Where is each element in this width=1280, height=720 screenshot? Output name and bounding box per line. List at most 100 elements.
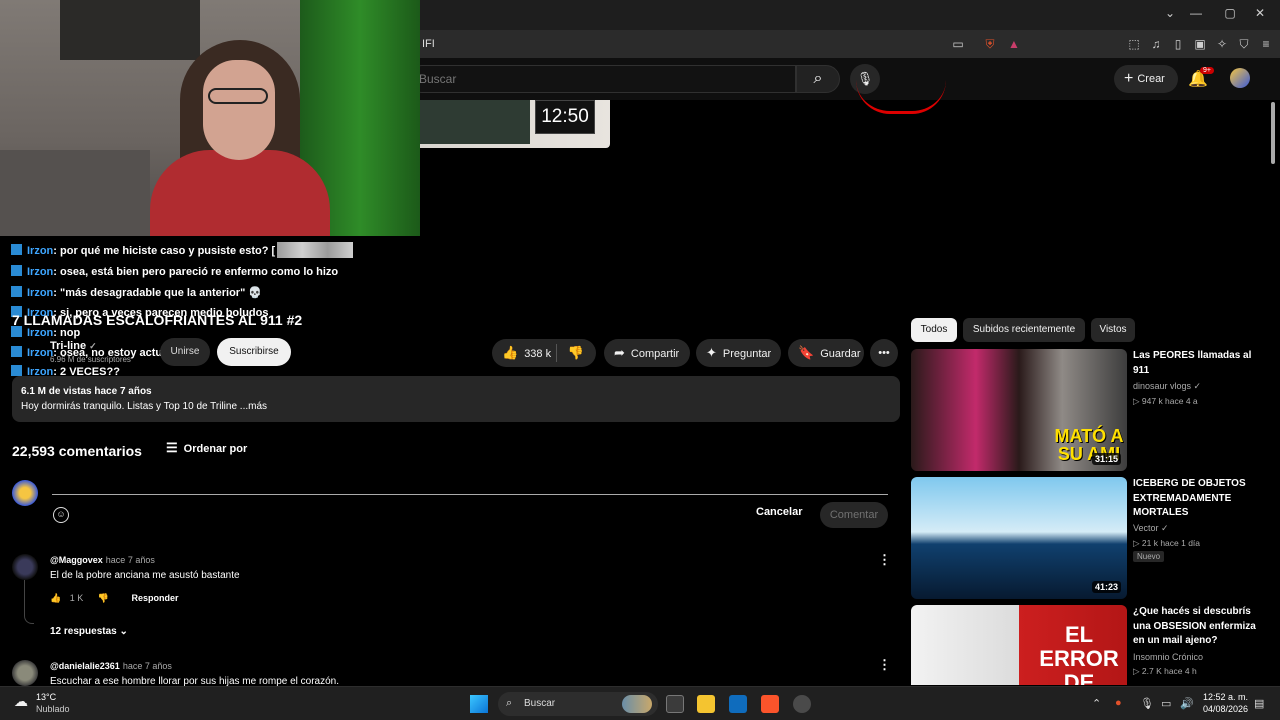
network-icon[interactable]: ▭ — [1161, 697, 1171, 710]
task-view-icon[interactable] — [666, 695, 684, 713]
comment-more-icon[interactable]: ⋮ — [878, 552, 891, 568]
notification-badge: 9+ — [1200, 67, 1214, 74]
chat-text: "más desagradable que la anterior" 💀 — [60, 287, 263, 299]
search-input[interactable] — [419, 72, 779, 86]
comment-input-underline — [52, 494, 888, 495]
recommended-stats: ▷ 947 k hace 4 a — [1133, 396, 1198, 406]
recommended-channel[interactable]: Insomnio Crónico — [1133, 652, 1203, 662]
close-window-button[interactable]: ✕ — [1250, 6, 1270, 20]
platform-icon — [11, 346, 22, 357]
share-label: Compartir — [630, 348, 680, 360]
comment-author[interactable]: @danielalie2361 hace 7 años — [50, 661, 172, 671]
commenter-avatar[interactable] — [12, 554, 38, 580]
subscribe-button[interactable]: Suscribirse — [217, 338, 291, 366]
media-icon[interactable]: ♫ — [1148, 36, 1164, 52]
commenter-avatar[interactable] — [12, 660, 38, 686]
minimize-button[interactable]: — — [1186, 6, 1206, 20]
tab-list-chevron-icon[interactable]: ⌄ — [1160, 6, 1180, 20]
menu-icon[interactable]: ≡ — [1258, 36, 1274, 52]
streamer-body — [150, 150, 330, 236]
recommended-title[interactable]: ¿Que hacés si descubrís una OBSESION enf… — [1133, 605, 1257, 649]
chalkboard-image — [420, 100, 530, 144]
comment-more-icon[interactable]: ⋮ — [878, 657, 891, 673]
description-box[interactable]: 6.1 M de vistas hace 7 años Hoy dormirás… — [12, 376, 900, 422]
emoji-icon[interactable]: ☺ — [53, 507, 69, 523]
share-button[interactable]: ➦ Compartir — [604, 339, 690, 367]
more-actions-button[interactable]: ••• — [870, 339, 898, 367]
microsoft-store-icon[interactable] — [729, 695, 747, 713]
sidebar-icon[interactable]: ▯ — [1170, 36, 1186, 52]
brave-rewards-icon[interactable]: ▲ — [1006, 36, 1022, 52]
chat-username: Irzon — [27, 327, 54, 339]
search-button[interactable]: ⌕ — [796, 65, 840, 93]
page-scrollbar-thumb[interactable] — [1271, 102, 1275, 164]
ask-label: Preguntar — [722, 348, 772, 360]
wallet-icon[interactable]: ▣ — [1192, 36, 1208, 52]
chip-watched[interactable]: Vistos — [1091, 318, 1135, 342]
comment-like-icon[interactable]: 👍 — [50, 593, 61, 603]
recommended-title[interactable]: Las PEORES llamadas al 911 — [1133, 349, 1257, 378]
sort-icon: ☰ — [166, 440, 178, 455]
platform-icon — [11, 265, 22, 276]
clock-date[interactable]: 04/08/2026 — [1200, 704, 1248, 714]
tray-microphone-icon[interactable]: 🎙 — [1140, 697, 1154, 710]
chip-todos[interactable]: Todos — [911, 318, 957, 342]
chat-text: osea, está bien pero pareció re enfermo … — [60, 266, 339, 278]
comment-author[interactable]: @Maggovex hace 7 años — [50, 555, 155, 565]
weather-cloud-icon[interactable]: ☁ — [14, 693, 28, 710]
extensions-icon[interactable]: ⬚ — [1126, 36, 1142, 52]
weather-temperature[interactable]: 13°C — [36, 692, 56, 702]
view-replies-button[interactable]: 12 respuestas ⌄ — [50, 626, 128, 637]
verified-icon: ✓ — [89, 341, 97, 351]
create-button[interactable]: + Crear — [1114, 65, 1178, 93]
thumbnail-text-line: EL ERROR — [1039, 622, 1119, 671]
chip-recent[interactable]: Subidos recientemente — [963, 318, 1085, 342]
recommended-title[interactable]: ICEBERG DE OBJETOS EXTREMADAMENTE MORTAL… — [1133, 477, 1257, 521]
taskbar-widget-image[interactable] — [622, 695, 652, 713]
recommended-thumbnail[interactable]: 41:23 — [911, 477, 1127, 599]
video-red-arc-graphic — [856, 80, 946, 114]
start-button[interactable] — [470, 695, 488, 713]
comment-text: El de la pobre anciana me asustó bastant… — [50, 570, 240, 581]
comment-author-name: @Maggovex — [50, 555, 103, 565]
tray-app-icon[interactable]: ● — [1115, 697, 1122, 709]
comment-time: hace 7 años — [122, 661, 172, 671]
volume-icon[interactable]: 🔊 — [1180, 697, 1194, 710]
recommended-channel[interactable]: dinosaur vlogs ✓ — [1133, 381, 1201, 392]
account-avatar[interactable] — [1230, 68, 1250, 88]
comment-input[interactable] — [52, 478, 888, 494]
channel-name-text: Tri-line — [50, 340, 87, 352]
cast-icon[interactable]: ▭ — [950, 36, 966, 52]
bookmark-icon: 🔖 — [798, 345, 815, 360]
chevron-down-icon: ⌄ — [119, 626, 128, 637]
channel-name[interactable]: Tri-line ✓ — [50, 340, 97, 352]
file-explorer-icon[interactable] — [697, 695, 715, 713]
dislike-icon[interactable]: 👎 — [566, 339, 586, 367]
search-box[interactable] — [408, 65, 796, 93]
cancel-comment-button[interactable]: Cancelar — [756, 506, 802, 518]
notification-center-icon[interactable]: ▤ — [1254, 697, 1264, 710]
ask-button[interactable]: ✦ Preguntar — [696, 339, 781, 367]
clock-time[interactable]: 12:52 a. m. — [1200, 692, 1248, 702]
tray-chevron-icon[interactable]: ⌃ — [1092, 697, 1101, 710]
save-button[interactable]: 🔖 Guardar — [788, 339, 864, 367]
maximize-button[interactable]: ▢ — [1220, 6, 1240, 20]
weather-condition[interactable]: Nublado — [36, 704, 70, 714]
app-icon[interactable] — [793, 695, 811, 713]
brave-browser-icon[interactable] — [761, 695, 779, 713]
brave-shield-icon[interactable]: ⛨ — [982, 36, 998, 52]
vpn-icon[interactable]: ⛉ — [1236, 36, 1252, 52]
recommended-thumbnail[interactable]: EL ERRORDE QUERER — [911, 605, 1127, 685]
thumbnail-text: EL ERRORDE QUERER — [1031, 622, 1127, 686]
comment-dislike-icon[interactable]: 👎 — [98, 593, 109, 603]
reply-button[interactable]: Responder — [132, 593, 179, 603]
url-text[interactable]: IFI — [422, 38, 435, 50]
platform-icon — [11, 286, 22, 297]
join-button[interactable]: Unirse — [160, 338, 210, 366]
leo-icon[interactable]: ✧ — [1214, 36, 1230, 52]
sort-comments-button[interactable]: ☰ Ordenar por — [166, 440, 247, 456]
video-title: 7 LLAMADAS ESCALOFRIANTES AL 911 #2 — [12, 312, 303, 328]
recommended-channel[interactable]: Vector ✓ — [1133, 523, 1169, 534]
recommended-thumbnail[interactable]: MATÓ A SU AMI 31:15 — [911, 349, 1127, 471]
submit-comment-button[interactable]: Comentar — [820, 502, 888, 528]
